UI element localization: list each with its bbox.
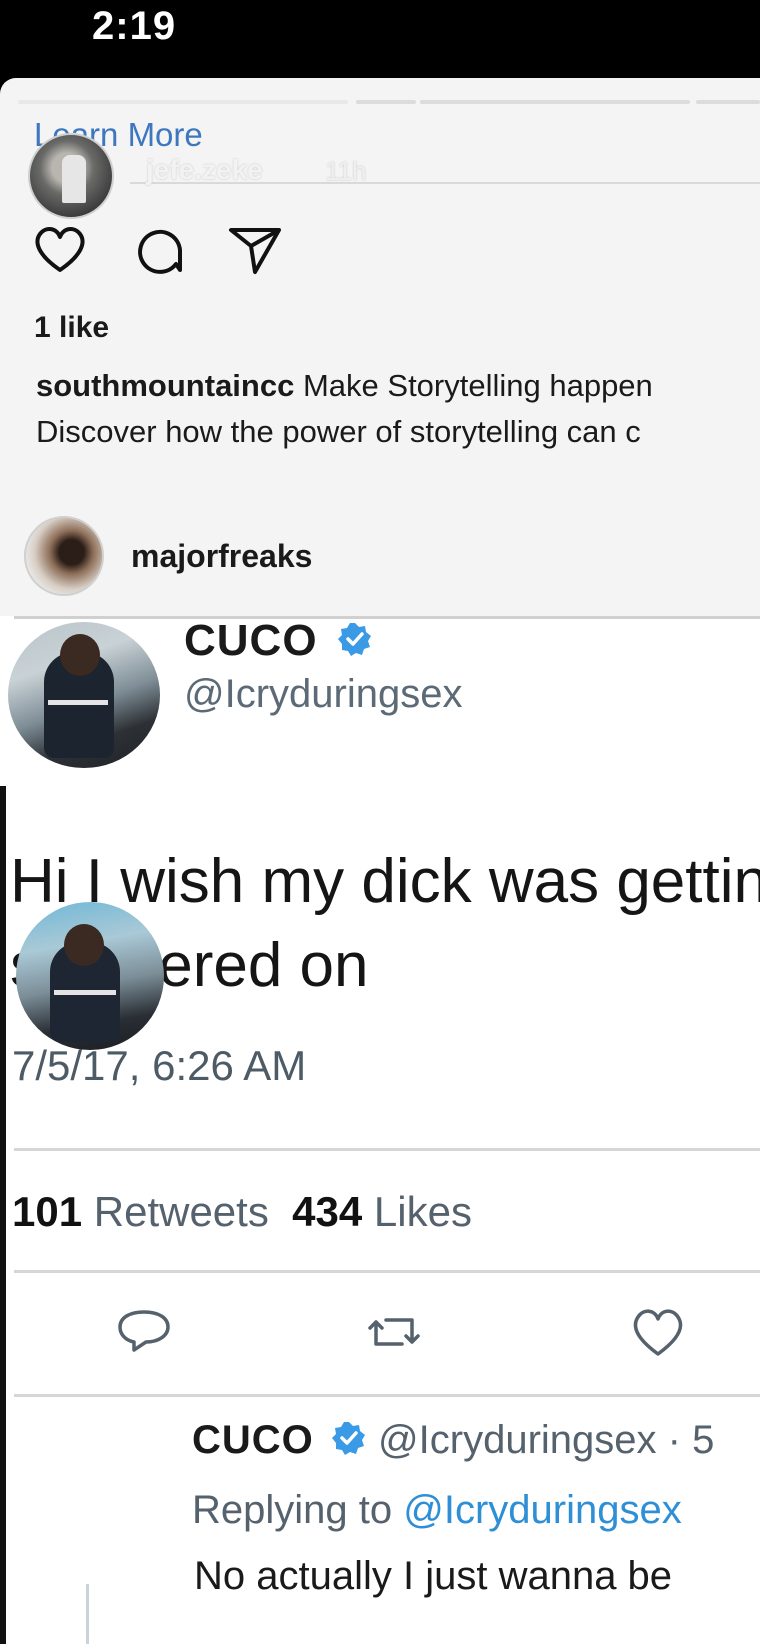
- caption-username[interactable]: southmountaincc: [36, 368, 294, 403]
- retweet-label: Retweets: [93, 1188, 269, 1235]
- tweet-author-name: CUCO: [184, 616, 373, 666]
- tweet-author-name-text: CUCO: [184, 616, 318, 665]
- divider: [14, 1394, 760, 1397]
- reply-icon: [118, 1310, 170, 1352]
- avatar-figure: [60, 634, 100, 676]
- like-count: 434: [292, 1188, 363, 1235]
- avatar-figure: [62, 155, 86, 203]
- verified-badge-icon: [331, 1422, 365, 1456]
- story-progress-segment: [420, 100, 690, 104]
- heart-icon[interactable]: [30, 220, 90, 280]
- caption-line: southmountaincc Make Storytelling happen: [36, 368, 653, 404]
- status-time: 2:19: [92, 4, 177, 48]
- caption-line: Discover how the power of storytelling c…: [36, 414, 641, 450]
- verified-badge-icon: [337, 623, 371, 657]
- story-time-ago: 11h: [325, 156, 367, 186]
- reply-author-name: CUCO: [192, 1418, 314, 1462]
- crop-edge: [0, 786, 6, 1644]
- tweet-timestamp: 7/5/17, 6:26 AM: [12, 1042, 307, 1089]
- story-username[interactable]: jefe.zeke: [146, 154, 263, 186]
- reply-time: · 5: [667, 1418, 715, 1462]
- tweet-stats: 101 Retweets 434 Likes: [12, 1188, 472, 1236]
- tweet-author-avatar: [8, 622, 160, 768]
- replying-to-label: Replying to: [192, 1488, 393, 1532]
- caption-text: Make Storytelling happen: [302, 368, 653, 403]
- retweet-icon: [368, 1318, 420, 1346]
- divider: [14, 1270, 760, 1273]
- share-icon[interactable]: [225, 220, 285, 280]
- replying-to: Replying to @Icryduringsex: [192, 1488, 682, 1533]
- divider: [14, 616, 760, 619]
- replying-to-handle: @Icryduringsex: [403, 1488, 682, 1532]
- tweet-author-handle: @Icryduringsex: [184, 672, 463, 716]
- status-bar: 2:19: [0, 0, 760, 80]
- story-progress-segment: [356, 100, 416, 104]
- story-card: Learn More jefe.zeke 11h 1 like southmou…: [0, 78, 760, 1644]
- story-progress-segment: [696, 100, 760, 104]
- reply-author-handle: @Icryduringsex: [378, 1418, 657, 1462]
- like-label: Likes: [373, 1188, 472, 1235]
- story-progress-segment: [18, 100, 348, 104]
- like-heart-icon: [633, 1309, 683, 1356]
- commenter-avatar[interactable]: [24, 516, 104, 596]
- avatar-figure: [48, 700, 108, 705]
- caption-text: Discover how the power of storytelling c…: [36, 414, 641, 449]
- story-author-avatar[interactable]: [28, 133, 114, 219]
- reply-header: CUCO @Icryduringsex · 5: [192, 1418, 714, 1463]
- thread-line: [86, 1584, 89, 1644]
- reply-author-avatar: [16, 902, 164, 1050]
- avatar-figure: [64, 924, 104, 966]
- reply-text: No actually I just wanna be: [194, 1554, 673, 1598]
- retweet-count: 101: [12, 1188, 83, 1235]
- avatar-figure: [54, 990, 116, 995]
- commenter-username[interactable]: majorfreaks: [131, 538, 312, 575]
- comment-icon[interactable]: [130, 220, 190, 280]
- divider: [14, 1148, 760, 1151]
- like-count[interactable]: 1 like: [34, 311, 109, 345]
